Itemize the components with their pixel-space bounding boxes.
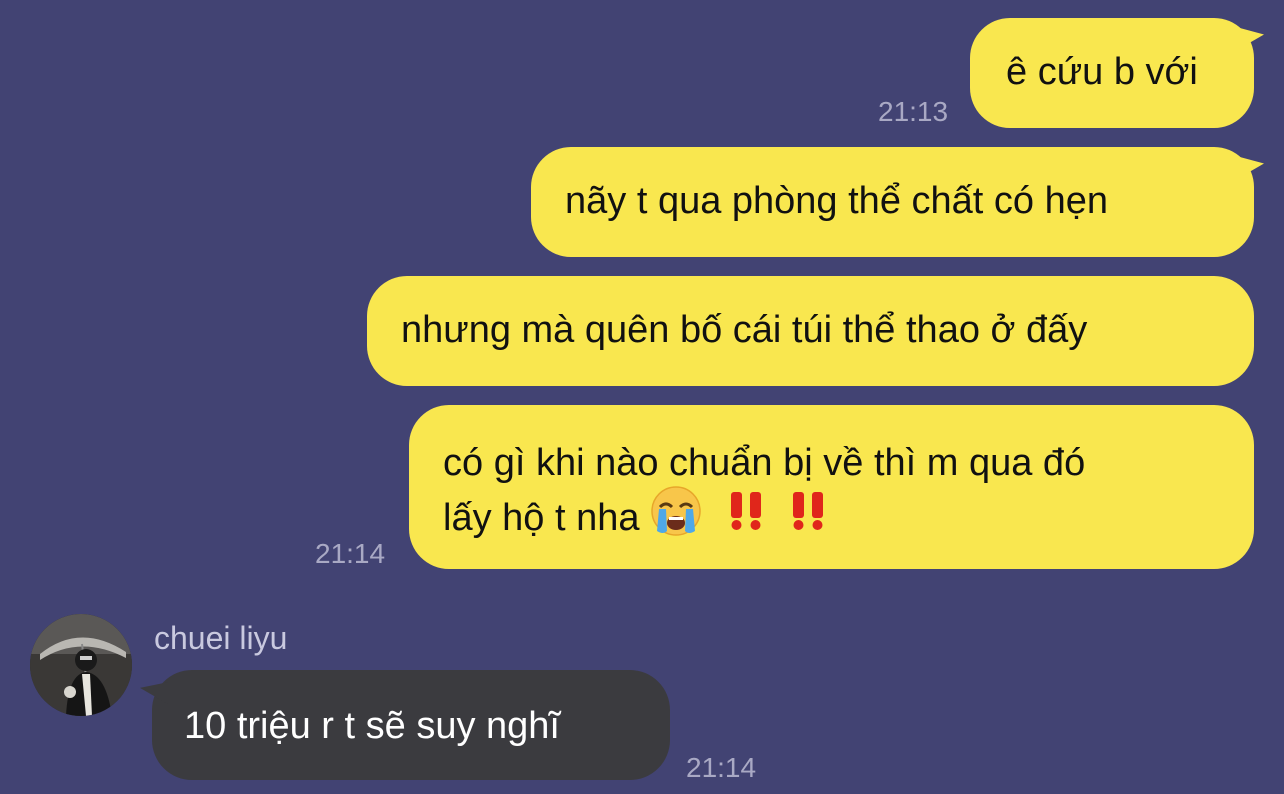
outgoing-message-bubble[interactable]: ê cứu b với [970,18,1254,128]
message-text: nãy t qua phòng thể chất có hẹn [565,180,1108,222]
avatar[interactable] [30,614,132,716]
chat-thread: 21:13 ê cứu b với nãy t qua phòng thể ch… [0,0,1284,794]
incoming-message-bubble[interactable]: 10 triệu r t sẽ suy nghĩ [152,670,670,780]
double-exclamation-icon [787,488,831,546]
message-timestamp: 21:13 [878,96,949,127]
double-exclamation-icon [725,488,769,546]
message-text-line-2: lấy hộ t nha [443,486,1254,551]
message-timestamp: 21:14 [686,752,757,783]
message-timestamp: 21:14 [315,538,386,569]
message-text: 10 triệu r t sẽ suy nghĩ [184,705,560,747]
outgoing-message-bubble[interactable]: nhưng mà quên bố cái túi thể thao ở đấy [367,276,1254,386]
message-text: nhưng mà quên bố cái túi thể thao ở đấy [401,309,1088,351]
message-text: ê cứu b với [1006,51,1198,93]
sender-name: chuei liyu [154,620,288,656]
loudly-crying-face-icon [650,485,702,551]
outgoing-message-bubble[interactable]: nãy t qua phòng thể chất có hẹn [531,147,1254,257]
message-text-line-1: có gì khi nào chuẩn bị về thì m qua đó [443,442,1086,484]
outgoing-message-bubble[interactable]: có gì khi nào chuẩn bị về thì m qua đó l… [409,405,1254,569]
message-text: lấy hộ t nha [443,497,640,540]
